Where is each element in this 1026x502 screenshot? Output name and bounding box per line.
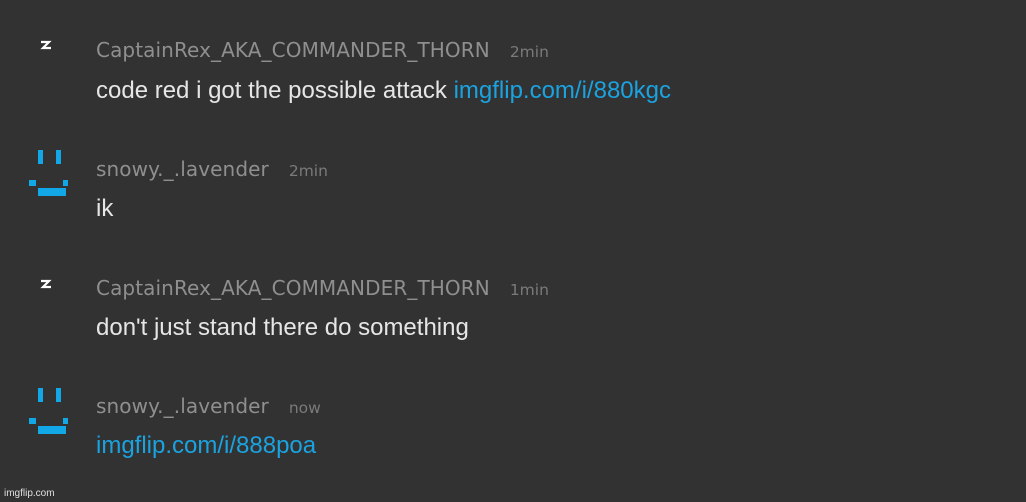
message-timestamp: 2min bbox=[509, 43, 549, 61]
message-timestamp: 1min bbox=[509, 281, 549, 299]
lightning-bolt-icon[interactable] bbox=[26, 273, 68, 319]
chat-window: { "colors": { "background": "#323232", "… bbox=[0, 0, 1026, 502]
message-body: don't just stand there do something bbox=[96, 314, 469, 342]
message-text: ik bbox=[96, 195, 114, 222]
message-body: imgflip.com/i/888poa bbox=[96, 432, 316, 460]
message-username[interactable]: CaptainRex_AKA_COMMANDER_THORN bbox=[96, 38, 490, 62]
message-link[interactable]: imgflip.com/i/880kgc bbox=[454, 77, 671, 104]
smiley-face-icon[interactable] bbox=[26, 388, 70, 434]
message-username[interactable]: CaptainRex_AKA_COMMANDER_THORN bbox=[96, 276, 490, 300]
message-timestamp: 2min bbox=[288, 162, 328, 180]
message-body: ik bbox=[96, 195, 113, 223]
message-body: code red i got the possible attack imgfl… bbox=[96, 77, 671, 105]
message-timestamp: now bbox=[288, 399, 321, 417]
message-username[interactable]: snowy._.lavender bbox=[96, 157, 269, 181]
watermark: imgflip.com bbox=[4, 488, 55, 499]
smiley-face-icon[interactable] bbox=[26, 150, 70, 196]
message-username[interactable]: snowy._.lavender bbox=[96, 394, 269, 418]
lightning-bolt-icon[interactable] bbox=[26, 34, 68, 80]
message-link[interactable]: imgflip.com/i/888poa bbox=[96, 432, 316, 459]
message-text: code red i got the possible attack bbox=[96, 77, 447, 104]
message-text: don't just stand there do something bbox=[96, 314, 469, 341]
